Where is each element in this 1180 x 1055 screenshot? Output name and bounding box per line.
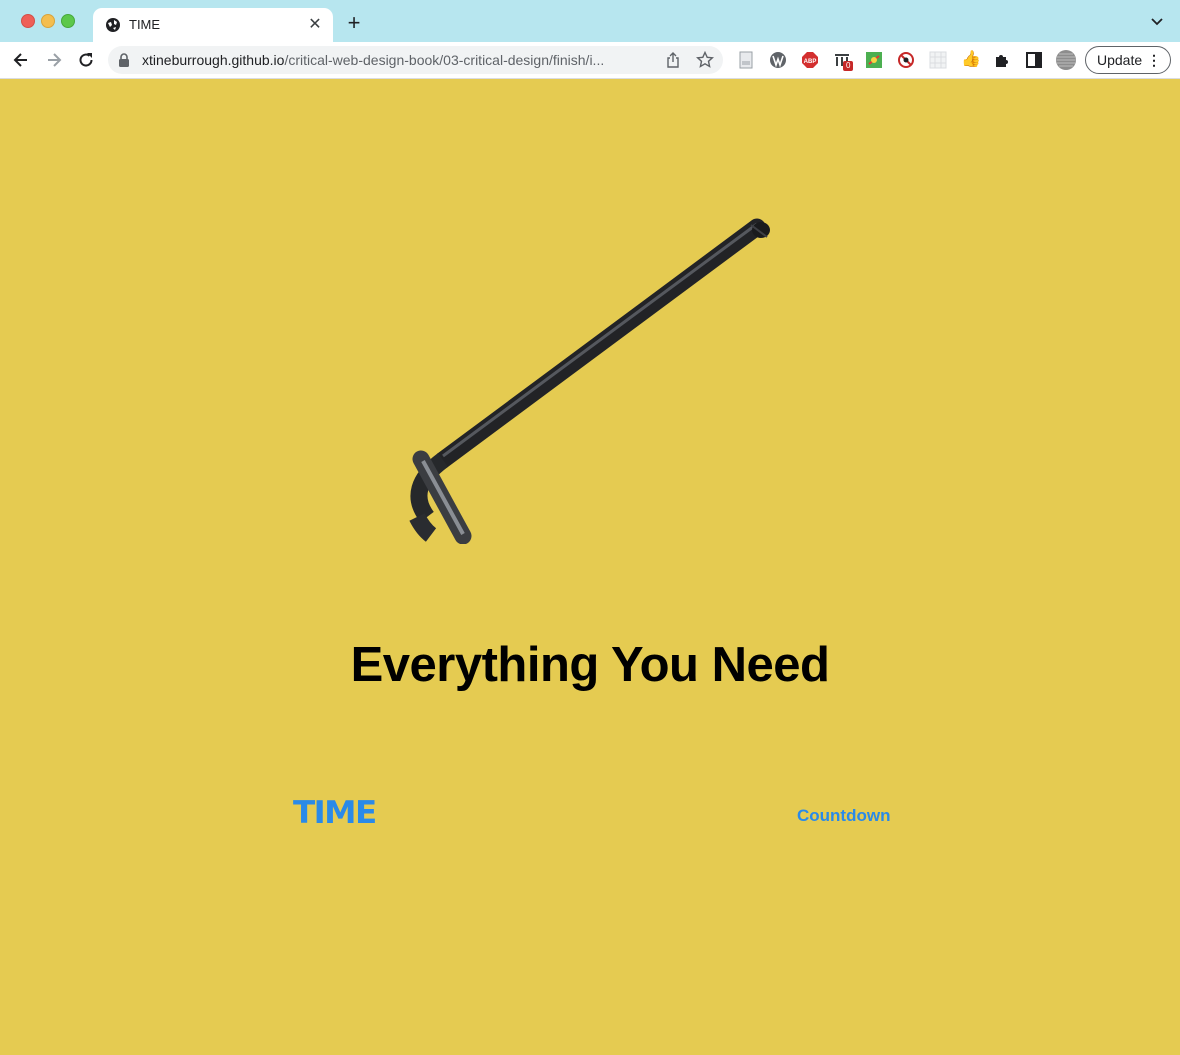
- browser-tab[interactable]: TIME ✕: [93, 8, 333, 42]
- kebab-menu-icon[interactable]: ⋮: [1147, 51, 1161, 69]
- bookmark-star-icon[interactable]: [696, 51, 714, 69]
- url-text[interactable]: xtineburrough.github.io/critical-web-des…: [142, 52, 662, 68]
- page-headline: Everything You Need: [350, 638, 830, 692]
- reload-icon[interactable]: [76, 50, 96, 70]
- grid-extension-icon[interactable]: [929, 51, 947, 69]
- window-zoom-button[interactable]: [61, 14, 75, 28]
- update-label: Update: [1097, 52, 1143, 68]
- time-logo[interactable]: TIME: [293, 795, 377, 831]
- puzzle-extensions-icon[interactable]: [993, 51, 1011, 69]
- page-viewport: Everything You Need TIME Countdown: [0, 79, 1180, 1055]
- svg-text:ABP: ABP: [804, 59, 817, 65]
- wordpress-extension-icon[interactable]: [769, 51, 787, 69]
- green-extension-icon[interactable]: [865, 51, 883, 69]
- browser-toolbar: xtineburrough.github.io/critical-web-des…: [0, 42, 1180, 79]
- privacy-extension-icon[interactable]: 0: [833, 51, 854, 71]
- countdown-link[interactable]: Countdown: [797, 806, 890, 826]
- adblock-plus-icon[interactable]: ABP: [801, 51, 819, 69]
- globe-icon: [106, 18, 120, 32]
- update-button[interactable]: Update ⋮: [1085, 46, 1171, 74]
- tab-close-icon[interactable]: ✕: [305, 15, 325, 35]
- address-bar[interactable]: xtineburrough.github.io/critical-web-des…: [108, 46, 723, 74]
- tab-strip: TIME ✕ +: [0, 0, 1180, 42]
- profile-avatar[interactable]: [1055, 49, 1077, 71]
- forward-arrow-icon[interactable]: [44, 50, 64, 70]
- tab-search-chevron-icon[interactable]: [1148, 14, 1166, 30]
- window-minimize-button[interactable]: [41, 14, 55, 28]
- window-close-button[interactable]: [21, 14, 35, 28]
- share-icon[interactable]: [665, 52, 681, 68]
- thumbs-up-icon[interactable]: 👍: [961, 51, 981, 69]
- side-panel-icon[interactable]: [1025, 51, 1043, 69]
- new-tab-button[interactable]: +: [344, 12, 364, 34]
- hex-key-wrench-image: [409, 218, 770, 544]
- blocker-extension-icon[interactable]: [897, 51, 915, 69]
- tab-title: TIME: [129, 17, 161, 32]
- extension-badge: 0: [843, 61, 854, 71]
- page-document-icon[interactable]: [737, 51, 755, 69]
- back-arrow-icon[interactable]: [11, 50, 31, 70]
- lock-icon[interactable]: [118, 53, 130, 67]
